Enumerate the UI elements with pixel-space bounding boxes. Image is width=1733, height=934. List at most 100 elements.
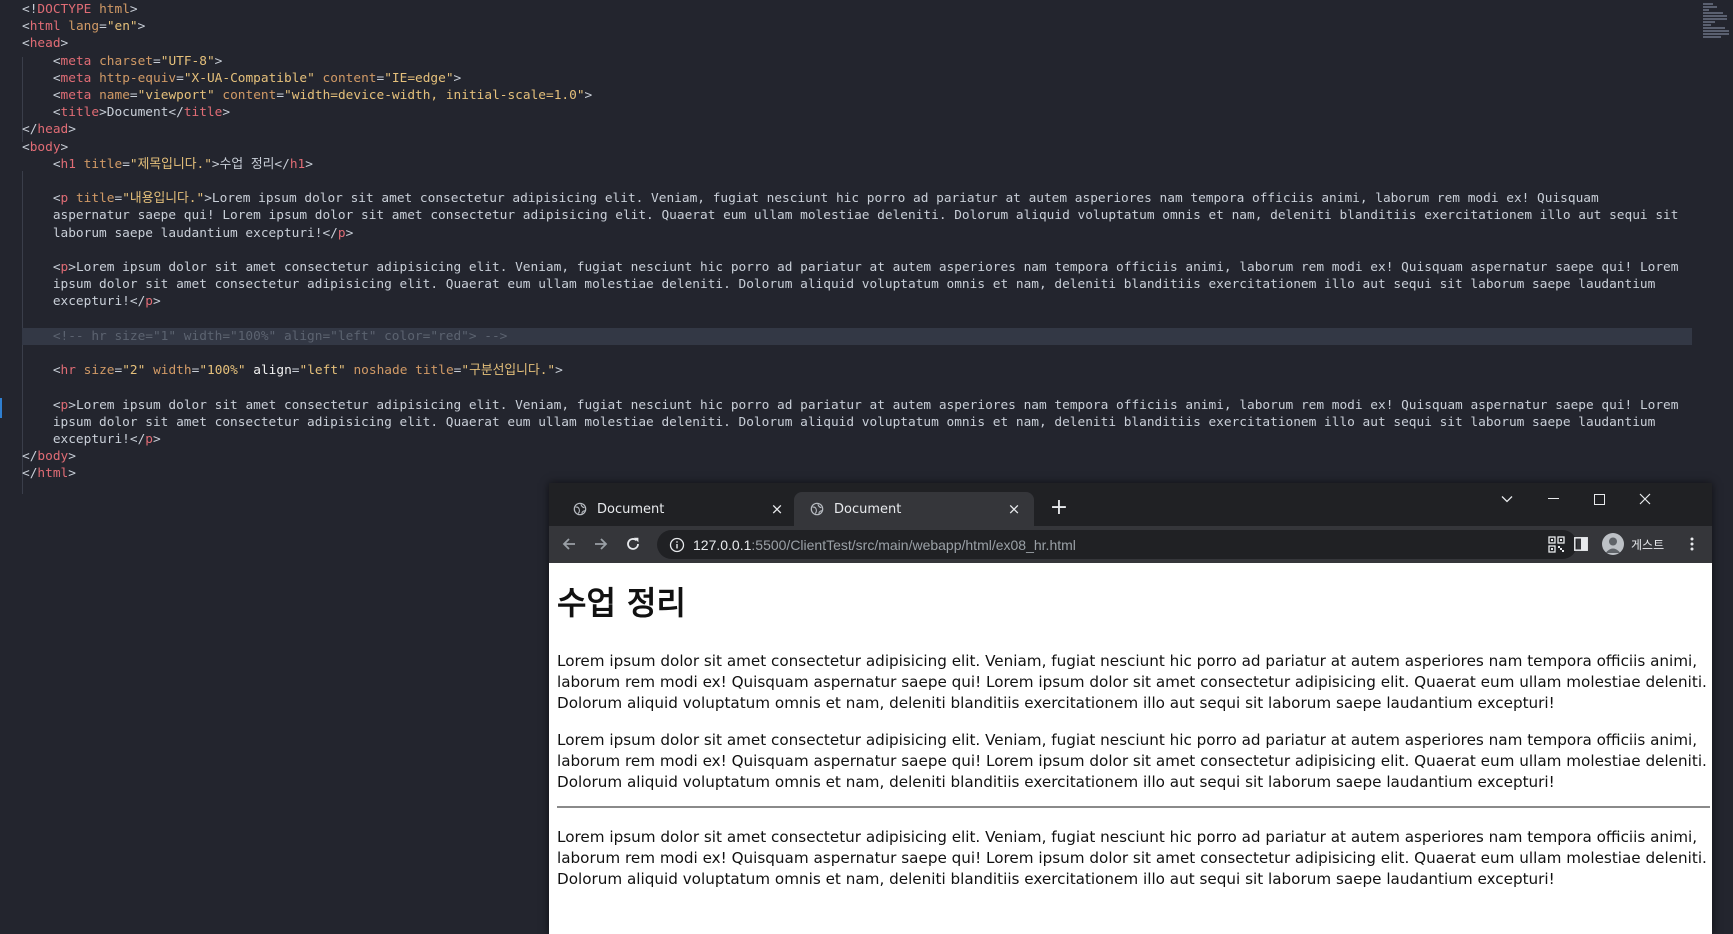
tab-close-icon[interactable]: × bbox=[1006, 501, 1022, 517]
code-token: = bbox=[129, 88, 138, 103]
back-button[interactable] bbox=[559, 534, 579, 554]
code-line[interactable]: <head> bbox=[22, 35, 68, 52]
code-token: DOCTYPE bbox=[37, 2, 92, 17]
minimize-button[interactable] bbox=[1530, 483, 1576, 515]
page-heading: 수업 정리 bbox=[557, 584, 686, 622]
address-bar[interactable]: 127.0.0.1:5500/ClientTest/src/main/webap… bbox=[657, 530, 1577, 559]
code-token: "width=device-width, initial-scale=1.0" bbox=[284, 88, 585, 103]
code-token: > bbox=[555, 363, 563, 379]
code-line[interactable]: <h1 title="제목입니다.">수업 정리</h1> bbox=[22, 156, 313, 173]
code-token: "UTF-8" bbox=[160, 53, 215, 69]
code-line[interactable]: </html> bbox=[22, 465, 76, 482]
code-line[interactable]: ipsum dolor sit amet consectetur adipisi… bbox=[22, 276, 1656, 293]
url-host: 127.0.0.1 bbox=[693, 536, 752, 553]
code-line[interactable]: </body> bbox=[22, 448, 76, 465]
code-line[interactable]: </head> bbox=[22, 121, 76, 138]
reload-button[interactable] bbox=[623, 534, 643, 554]
code-token: >Lorem ipsum dolor sit amet consectetur … bbox=[68, 397, 1679, 413]
tab-document-2[interactable]: Document × bbox=[794, 492, 1034, 526]
code-token: align bbox=[253, 363, 292, 379]
code-token: "제목입니다." bbox=[129, 156, 212, 172]
code-line[interactable]: aspernatur saepe qui! Lorem ipsum dolor … bbox=[22, 207, 1679, 224]
info-icon[interactable] bbox=[669, 537, 685, 553]
code-token: > bbox=[222, 105, 231, 121]
new-tab-button[interactable]: + bbox=[1048, 497, 1070, 519]
code-line[interactable]: <meta name="viewport" content="width=dev… bbox=[22, 87, 592, 104]
code-token: < bbox=[22, 191, 61, 207]
forward-button[interactable] bbox=[591, 534, 611, 554]
tab-document-1[interactable]: Document × bbox=[557, 492, 797, 526]
code-line[interactable]: <p>Lorem ipsum dolor sit amet consectetu… bbox=[22, 259, 1679, 276]
code-token: ipsum dolor sit amet consectetur adipisi… bbox=[22, 414, 1656, 430]
side-panel-button[interactable] bbox=[1571, 534, 1591, 554]
tab-close-icon[interactable]: × bbox=[769, 501, 785, 517]
side-panel-icon bbox=[1574, 537, 1588, 551]
code-token: excepturi!</ bbox=[22, 294, 146, 310]
code-line[interactable]: excepturi!</p> bbox=[22, 293, 161, 310]
code-line[interactable]: <p>Lorem ipsum dolor sit amet consectetu… bbox=[22, 397, 1679, 414]
code-token: >수업 정리</ bbox=[211, 156, 290, 172]
code-token: = bbox=[291, 363, 300, 379]
code-line[interactable]: <p title="내용입니다.">Lorem ipsum dolor sit … bbox=[22, 190, 1599, 207]
code-token: body bbox=[29, 139, 61, 155]
qr-code-icon[interactable] bbox=[1548, 536, 1565, 553]
profile-button[interactable]: 게스트 bbox=[1602, 532, 1664, 556]
code-token: < bbox=[22, 88, 61, 103]
code-line[interactable]: <hr size="2" width="100%" align="left" n… bbox=[22, 362, 563, 379]
browser-menu-button[interactable] bbox=[1682, 534, 1702, 554]
code-token: "IE=edge" bbox=[384, 70, 454, 86]
maximize-button[interactable] bbox=[1576, 483, 1622, 515]
code-token: h1 bbox=[289, 156, 306, 172]
code-line[interactable]: <meta http-equiv="X-UA-Compatible" conte… bbox=[22, 70, 461, 87]
code-line[interactable]: <!-- hr size="1" width="100%" align="lef… bbox=[22, 327, 1692, 345]
url-path: :5500/ClientTest/src/main/webapp/html/ex… bbox=[751, 536, 1076, 553]
code-token: = bbox=[99, 19, 107, 35]
browser-toolbar: 127.0.0.1:5500/ClientTest/src/main/webap… bbox=[549, 526, 1712, 563]
code-token: width bbox=[153, 363, 192, 379]
profile-label: 게스트 bbox=[1631, 537, 1665, 552]
horizontal-rule bbox=[557, 806, 1710, 808]
code-line[interactable]: <title>Document</title> bbox=[22, 104, 230, 121]
minimap[interactable] bbox=[1703, 2, 1729, 54]
code-token: head bbox=[29, 36, 61, 52]
code-line[interactable]: <meta charset="UTF-8"> bbox=[22, 53, 223, 70]
code-line[interactable]: <html lang="en"> bbox=[22, 18, 145, 35]
code-token: html bbox=[29, 19, 61, 35]
code-token: > bbox=[153, 432, 161, 447]
code-line[interactable]: excepturi!</p> bbox=[22, 431, 161, 448]
code-token: > bbox=[60, 139, 69, 155]
code-token: size bbox=[83, 363, 115, 379]
code-token: > bbox=[129, 2, 138, 17]
code-token: > bbox=[453, 70, 462, 86]
code-token: < bbox=[22, 53, 61, 69]
code-token: = bbox=[176, 70, 184, 86]
code-line[interactable]: laborum saepe laudantium excepturi!</p> bbox=[22, 225, 354, 242]
paragraph-2: Lorem ipsum dolor sit amet consectetur a… bbox=[557, 731, 1707, 791]
code-token: > bbox=[137, 19, 146, 35]
paragraph-1: Lorem ipsum dolor sit amet consectetur a… bbox=[557, 652, 1707, 712]
code-token: ipsum dolor sit amet consectetur adipisi… bbox=[22, 277, 1656, 293]
code-line[interactable]: <!DOCTYPE html> bbox=[22, 1, 138, 18]
code-token: < bbox=[22, 139, 30, 155]
window-close-button[interactable] bbox=[1622, 483, 1668, 515]
code-token: </ bbox=[22, 122, 38, 138]
code-token: > bbox=[345, 225, 354, 241]
code-line[interactable]: ipsum dolor sit amet consectetur adipisi… bbox=[22, 414, 1656, 431]
code-token: "left" bbox=[299, 363, 346, 379]
code-token: "100%" bbox=[199, 363, 246, 379]
code-line[interactable]: <body> bbox=[22, 139, 68, 156]
code-token: title bbox=[183, 105, 223, 121]
code-token: > bbox=[214, 53, 223, 69]
tab-title: Document bbox=[597, 501, 665, 517]
tab-search-button[interactable] bbox=[1484, 483, 1530, 515]
code-token: noshade bbox=[353, 363, 408, 379]
code-token: >Lorem ipsum dolor sit amet consectetur … bbox=[68, 260, 1679, 275]
url-text[interactable]: 127.0.0.1:5500/ClientTest/src/main/webap… bbox=[693, 537, 1076, 553]
